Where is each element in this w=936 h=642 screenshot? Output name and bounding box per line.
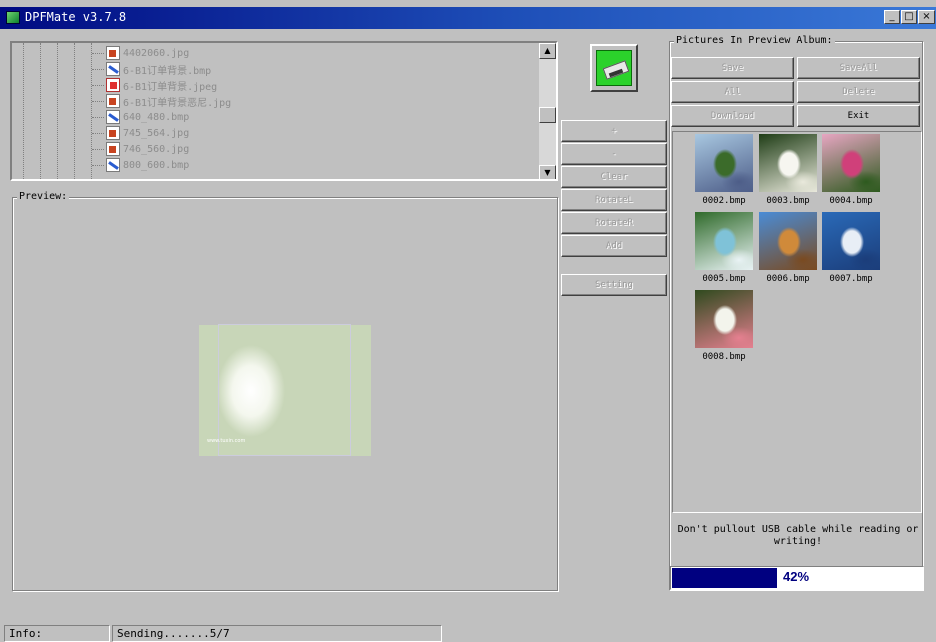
- delete-button[interactable]: Delete: [797, 81, 920, 103]
- window-title: DPFMate v3.7.8: [25, 10, 127, 24]
- zoom-out-button[interactable]: -: [561, 143, 667, 165]
- tree-guide-line: [57, 43, 58, 179]
- album-thumbnail-label: 0005.bmp: [702, 274, 746, 284]
- album-thumbnail-label: 0006.bmp: [766, 274, 810, 284]
- album-thumbnail[interactable]: [822, 134, 880, 192]
- tree-file-name: 6-B1订单背景.jpeg: [123, 81, 218, 93]
- maximize-button[interactable]: □: [901, 10, 917, 24]
- preview-title: Preview:: [17, 191, 70, 203]
- jpeg-file-icon: [106, 78, 120, 92]
- album-thumbnail[interactable]: [695, 212, 753, 270]
- clear-button[interactable]: Clear: [561, 166, 667, 188]
- usb-warning-text: Don't pullout USB cable while reading or…: [677, 524, 919, 547]
- album-thumbnail-label: 0002.bmp: [702, 196, 746, 206]
- close-button[interactable]: ×: [918, 10, 935, 24]
- send-to-frame-button[interactable]: [590, 44, 638, 92]
- tree-file-item[interactable]: 746_560.jpg: [92, 141, 189, 157]
- tree-file-item[interactable]: 640_480.bmp: [92, 109, 189, 125]
- download-button[interactable]: Download: [671, 105, 794, 127]
- album-thumbnail-label: 0004.bmp: [829, 196, 873, 206]
- tree-file-name: 4402060.jpg: [123, 47, 190, 59]
- transfer-progress-bar: 42%: [670, 566, 924, 590]
- save-button[interactable]: Save: [671, 57, 794, 79]
- album-thumbnail-list[interactable]: 0002.bmp 0003.bmp 0004.bmp 0005.bmp 0006.bmp…: [672, 131, 922, 513]
- tree-connector: [92, 132, 104, 134]
- file-tree[interactable]: 4402060.jpg 6-B1订单背景.bmp 6-B1订单背景.jpeg 6-B1…: [10, 41, 558, 181]
- select-all-button[interactable]: All: [671, 81, 794, 103]
- save-all-button[interactable]: SaveAll: [797, 57, 920, 79]
- bmp-file-icon: [106, 158, 120, 172]
- zoom-in-button[interactable]: +: [561, 120, 667, 142]
- jpg-file-icon: [106, 94, 120, 108]
- add-button[interactable]: Add: [561, 235, 667, 257]
- tree-file-name: 746_560.jpg: [123, 143, 190, 155]
- tree-file-name: 640_480.bmp: [123, 111, 190, 123]
- rotate-left-button[interactable]: RotateL: [561, 189, 667, 211]
- bmp-file-icon: [106, 110, 120, 124]
- album-thumbnail[interactable]: [759, 134, 817, 192]
- album-thumbnail[interactable]: [695, 134, 753, 192]
- album-thumbnail-label: 0008.bmp: [702, 352, 746, 362]
- tree-guide-line: [74, 43, 75, 179]
- tree-file-name: 745_564.jpg: [123, 127, 190, 139]
- tree-connector: [92, 164, 104, 166]
- usb-transfer-icon: [596, 50, 632, 86]
- tree-connector: [92, 148, 104, 150]
- album-thumbnail[interactable]: [695, 290, 753, 348]
- jpg-file-icon: [106, 126, 120, 140]
- tree-guide-line: [40, 43, 41, 179]
- scroll-down-arrow-icon[interactable]: ▼: [539, 165, 556, 179]
- crop-frame[interactable]: [218, 324, 351, 456]
- tree-file-item[interactable]: 6-B1订单背景.jpeg: [92, 77, 217, 93]
- jpg-file-icon: [106, 46, 120, 60]
- tree-file-name: 800_600.bmp: [123, 159, 190, 171]
- scroll-thumb[interactable]: [539, 107, 556, 123]
- tree-file-item[interactable]: 6-B1订单背景.bmp: [92, 61, 211, 77]
- tree-guide-line: [23, 43, 24, 179]
- tree-connector: [92, 68, 104, 70]
- tree-connector: [92, 84, 104, 86]
- setting-button[interactable]: Setting: [561, 274, 667, 296]
- album-thumbnail-label: 0007.bmp: [829, 274, 873, 284]
- tree-file-name: 6-B1订单背景.bmp: [123, 65, 212, 77]
- app-icon[interactable]: [6, 11, 20, 24]
- tree-file-item[interactable]: 4402060.jpg: [92, 45, 189, 61]
- album-title: Pictures In Preview Album:: [674, 35, 835, 47]
- tree-file-item[interactable]: 6-B1订单背景恶尼.jpg: [92, 93, 231, 109]
- progress-percent: 42%: [783, 569, 810, 584]
- file-tree-scrollbar[interactable]: ▲ ▼: [539, 43, 556, 179]
- preview-groupbox: Preview: www.tuxin.com: [12, 191, 558, 591]
- tree-connector: [92, 100, 104, 102]
- status-label: Info:: [4, 625, 110, 642]
- tree-connector: [92, 116, 104, 118]
- tree-file-item[interactable]: 745_564.jpg: [92, 125, 189, 141]
- rotate-right-button[interactable]: RotateR: [561, 212, 667, 234]
- tree-file-item[interactable]: 800_600.bmp: [92, 157, 189, 173]
- album-thumbnail[interactable]: [759, 212, 817, 270]
- album-thumbnail[interactable]: [822, 212, 880, 270]
- title-bar[interactable]: DPFMate v3.7.8 _ □ ×: [0, 7, 936, 29]
- scroll-up-arrow-icon[interactable]: ▲: [539, 43, 556, 59]
- bmp-file-icon: [106, 62, 120, 76]
- status-message: Sending.......5/7: [112, 625, 442, 642]
- preview-image[interactable]: www.tuxin.com: [199, 324, 371, 456]
- exit-button[interactable]: Exit: [797, 105, 920, 127]
- preview-watermark: www.tuxin.com: [207, 438, 246, 444]
- progress-fill: [672, 568, 777, 588]
- tree-connector: [92, 52, 104, 54]
- minimize-button[interactable]: _: [884, 10, 900, 24]
- album-thumbnail-label: 0003.bmp: [766, 196, 810, 206]
- jpg-file-icon: [106, 142, 120, 156]
- tree-file-name: 6-B1订单背景恶尼.jpg: [123, 97, 232, 109]
- dpfmate-window: DPFMate v3.7.8 _ □ × 4402060.jpg 6-B1订单背景…: [0, 0, 936, 642]
